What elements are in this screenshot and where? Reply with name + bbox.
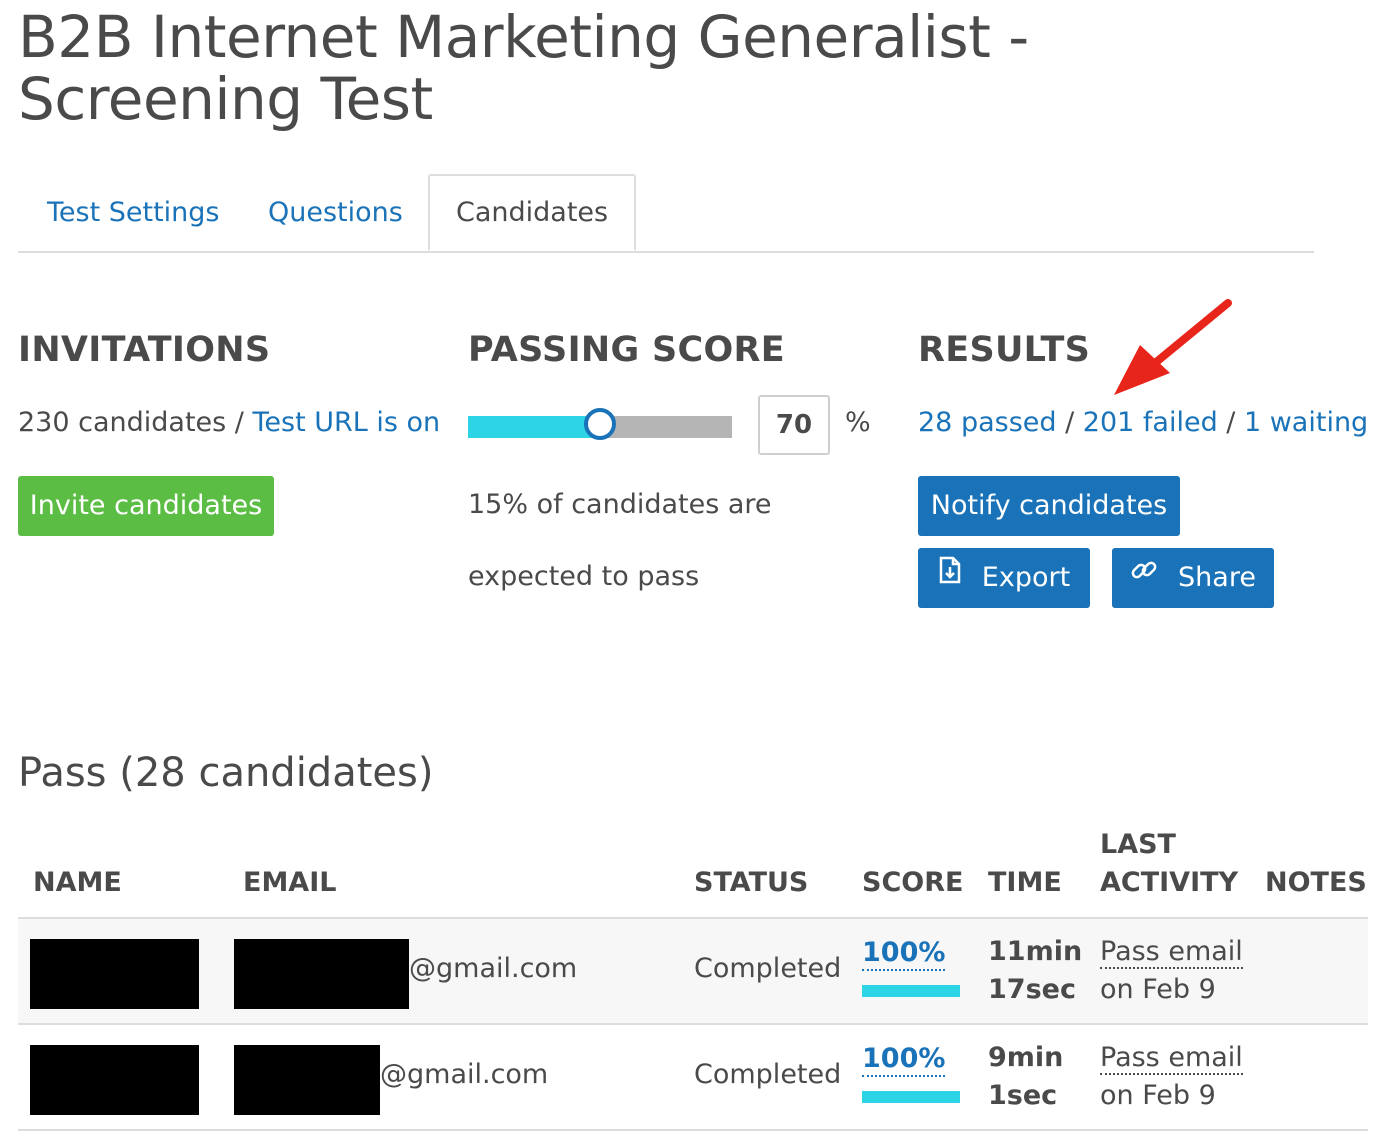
link-icon xyxy=(1130,546,1158,606)
header-line: LAST xyxy=(1100,829,1176,860)
results-summary: 28 passed / 201 failed / 1 waiting xyxy=(918,407,1368,438)
passing-score-heading: PASSING SCORE xyxy=(468,330,786,370)
notify-candidates-button[interactable]: Notify candidates xyxy=(918,476,1180,536)
invite-candidates-button[interactable]: Invite candidates xyxy=(18,476,274,536)
email-domain: @gmail.com xyxy=(380,1059,549,1090)
last-activity[interactable]: Pass email on Feb 9 xyxy=(1100,1039,1243,1115)
candidates-count: 230 candidates xyxy=(18,407,227,438)
time-line: 9min xyxy=(988,1042,1064,1073)
redacted-email xyxy=(234,1045,380,1115)
tab-candidates[interactable]: Candidates xyxy=(428,174,637,251)
pass-section-title: Pass (28 candidates) xyxy=(18,750,434,796)
status-text: Completed xyxy=(694,1059,842,1090)
activity-line: Pass email xyxy=(1100,1042,1243,1075)
redacted-name xyxy=(30,1045,199,1115)
expectation-text-line2: expected to pass xyxy=(468,561,700,592)
passed-link[interactable]: 28 passed xyxy=(918,407,1057,438)
table-row[interactable]: @gmail.com Completed 100% 9min 1sec Pass… xyxy=(18,1025,1368,1131)
header-line: ACTIVITY xyxy=(1100,867,1239,898)
page-title: B2B Internet Marketing Generalist - Scre… xyxy=(18,3,1029,133)
expectation-text-line1: 15% of candidates are xyxy=(468,489,772,520)
export-label: Export xyxy=(981,562,1071,593)
test-url-link[interactable]: Test URL is on xyxy=(252,407,440,438)
column-header-score[interactable]: SCORE xyxy=(862,864,963,902)
invitations-heading: INVITATIONS xyxy=(18,330,271,370)
activity-line: Pass email xyxy=(1100,936,1243,969)
results-heading: RESULTS xyxy=(918,330,1091,370)
score-bar xyxy=(862,985,960,997)
annotation-arrow-icon xyxy=(1114,299,1232,395)
time-value: 9min 1sec xyxy=(988,1039,1063,1115)
activity-line: on Feb 9 xyxy=(1100,974,1216,1005)
activity-line: on Feb 9 xyxy=(1100,1080,1216,1111)
passing-score-input[interactable] xyxy=(758,395,830,455)
time-line: 11min xyxy=(988,936,1083,967)
separator: / xyxy=(1217,407,1244,438)
share-label: Share xyxy=(1178,562,1256,593)
share-button[interactable]: Share xyxy=(1112,548,1274,608)
score-bar xyxy=(862,1091,960,1103)
time-line: 1sec xyxy=(988,1080,1058,1111)
waiting-link[interactable]: 1 waiting xyxy=(1244,407,1368,438)
passing-score-slider[interactable] xyxy=(468,408,732,440)
slider-fill xyxy=(468,416,600,438)
slider-thumb[interactable] xyxy=(584,408,616,440)
column-header-notes[interactable]: NOTES xyxy=(1265,864,1367,902)
failed-link[interactable]: 201 failed xyxy=(1083,407,1218,438)
column-header-email[interactable]: EMAIL xyxy=(243,864,336,902)
percent-label: % xyxy=(845,407,871,438)
score-value[interactable]: 100% xyxy=(862,1043,946,1077)
tab-questions[interactable]: Questions xyxy=(268,174,403,251)
export-file-icon xyxy=(938,546,962,606)
time-line: 17sec xyxy=(988,974,1076,1005)
table-row[interactable]: @gmail.com Completed 100% 11min 17sec Pa… xyxy=(18,919,1368,1025)
last-activity[interactable]: Pass email on Feb 9 xyxy=(1100,933,1243,1009)
separator: / xyxy=(1056,407,1083,438)
invitations-summary: 230 candidates / Test URL is on xyxy=(18,407,440,438)
redacted-name xyxy=(30,939,199,1009)
column-header-name[interactable]: NAME xyxy=(33,864,122,902)
export-button[interactable]: Export xyxy=(918,548,1090,608)
redacted-email xyxy=(234,939,409,1009)
column-header-time[interactable]: TIME xyxy=(988,864,1062,902)
tab-test-settings[interactable]: Test Settings xyxy=(47,174,220,251)
separator: / xyxy=(226,407,253,438)
time-value: 11min 17sec xyxy=(988,933,1082,1009)
column-header-status[interactable]: STATUS xyxy=(694,864,808,902)
email-domain: @gmail.com xyxy=(409,953,578,984)
score-value[interactable]: 100% xyxy=(862,937,946,971)
status-text: Completed xyxy=(694,953,842,984)
tab-bar: Test Settings Questions Candidates xyxy=(18,174,1314,253)
column-header-last-activity[interactable]: LAST ACTIVITY xyxy=(1100,826,1238,902)
